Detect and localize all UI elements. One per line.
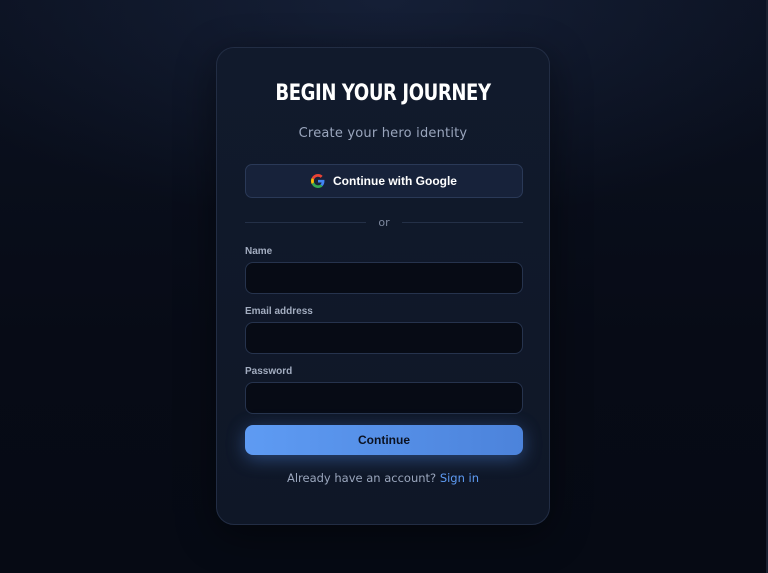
password-label: Password xyxy=(245,366,293,377)
continue-button[interactable]: Continue xyxy=(245,425,523,455)
continue-with-google-button[interactable]: Continue with Google xyxy=(245,164,523,198)
password-input[interactable] xyxy=(245,382,523,414)
page-title: BEGIN YOUR JOURNEY xyxy=(275,81,491,106)
name-input[interactable] xyxy=(245,262,523,294)
divider-line-right xyxy=(401,221,524,223)
email-label: Email address xyxy=(245,306,313,317)
sign-in-prompt-text: Already have an account? xyxy=(286,471,437,485)
sign-in-link[interactable]: Sign in xyxy=(440,471,479,485)
page-background: BEGIN YOUR JOURNEY Create your hero iden… xyxy=(0,0,768,573)
sign-in-prompt: Already have an account? Sign in xyxy=(217,471,549,485)
continue-button-label: Continue xyxy=(358,433,410,447)
divider-text: or xyxy=(378,215,390,229)
signup-card: BEGIN YOUR JOURNEY Create your hero iden… xyxy=(216,47,550,525)
google-icon xyxy=(311,174,325,188)
email-input[interactable] xyxy=(245,322,523,354)
name-label: Name xyxy=(245,246,273,257)
divider-line-left xyxy=(245,221,367,223)
continue-with-google-label: Continue with Google xyxy=(333,174,457,188)
page-subtitle: Create your hero identity xyxy=(298,126,468,141)
or-divider: or xyxy=(245,214,524,230)
